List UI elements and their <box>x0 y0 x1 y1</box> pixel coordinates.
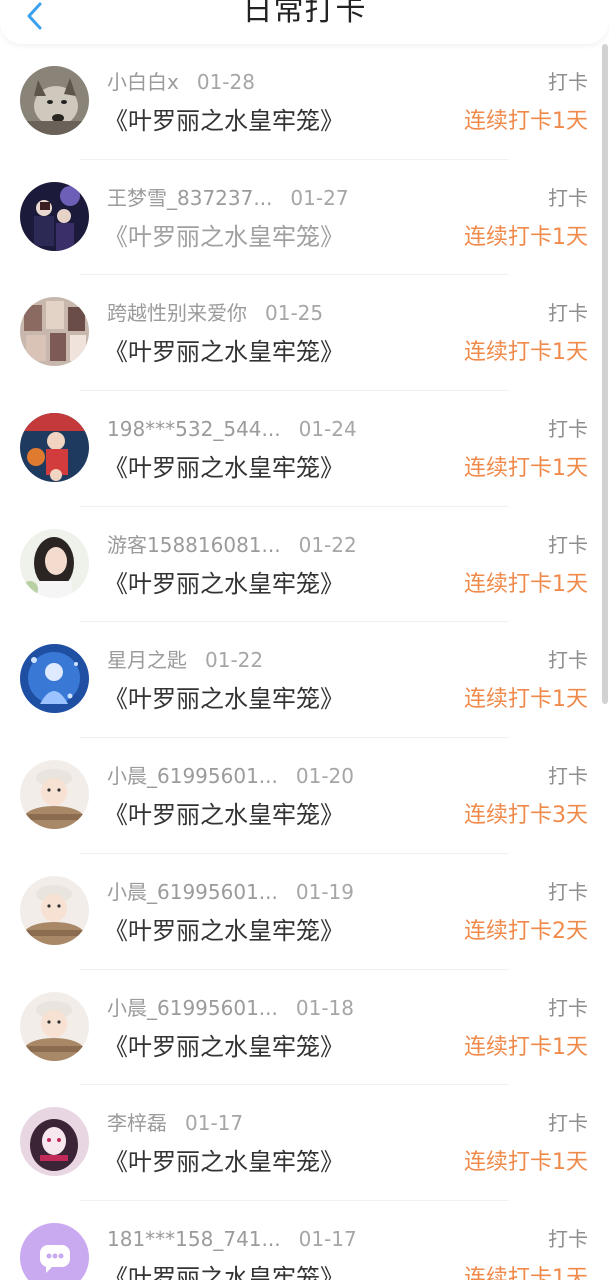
username: 小白白x <box>107 70 179 94</box>
username: 跨越性别来爱你 <box>107 301 247 326</box>
username: 181***158_741... <box>107 1226 281 1251</box>
user-line: 181***158_741... 01-17 <box>107 1225 357 1253</box>
checkin-date: 01-18 <box>295 995 354 1020</box>
avatar[interactable] <box>20 644 89 714</box>
streak-label: 连续打卡1天 <box>464 687 588 713</box>
avatar[interactable] <box>20 66 89 135</box>
username: 游客158816081... <box>107 532 281 557</box>
streak-label: 连续打卡3天 <box>464 803 588 829</box>
checkin-tag: 打卡 <box>548 1226 588 1251</box>
streak-label: 连续打卡2天 <box>464 918 588 944</box>
book-title[interactable]: 《叶罗丽之水皇牢笼》 <box>104 914 344 948</box>
user-line: 李梓磊 01-17 <box>107 1109 243 1137</box>
checkin-date: 01-28 <box>196 70 255 94</box>
streak-label: 连续打卡1天 <box>464 1034 588 1060</box>
username: 小晨_61995601... <box>107 879 278 904</box>
checkin-tag: 打卡 <box>548 70 588 94</box>
user-line: 小晨_61995601... 01-19 <box>107 878 354 906</box>
checkin-tag: 打卡 <box>548 995 588 1020</box>
checkin-date: 01-17 <box>298 1226 357 1251</box>
avatar[interactable] <box>20 413 89 483</box>
checkin-row[interactable]: 跨越性别来爱你 01-25 《叶罗丽之水皇牢笼》 打卡 连续打卡1天 <box>0 275 609 392</box>
checkin-row[interactable]: 李梓磊 01-17 《叶罗丽之水皇牢笼》 打卡 连续打卡1天 <box>0 1085 609 1201</box>
header-bar: 日常打卡 <box>0 0 609 44</box>
checkin-row[interactable]: 游客158816081... 01-22 《叶罗丽之水皇牢笼》 打卡 连续打卡1天 <box>0 507 609 623</box>
avatar[interactable] <box>20 760 89 830</box>
user-line: 游客158816081... 01-22 <box>107 531 357 559</box>
checkin-date: 01-19 <box>295 879 354 904</box>
user-line: 小白白x 01-28 <box>107 68 255 96</box>
streak-label: 连续打卡1天 <box>464 571 588 597</box>
username: 小晨_61995601... <box>107 995 278 1020</box>
avatar[interactable] <box>20 991 89 1061</box>
username: 198***532_544... <box>107 417 281 442</box>
user-line: 星月之匙 01-22 <box>107 646 263 674</box>
checkin-row[interactable]: 王梦雪_837237... 01-27 《叶罗丽之水皇牢笼》 打卡 连续打卡1天 <box>0 160 609 276</box>
checkin-date: 01-22 <box>205 648 264 673</box>
user-line: 跨越性别来爱你 01-25 <box>107 299 323 327</box>
checkin-date: 01-22 <box>298 532 357 557</box>
book-title[interactable]: 《叶罗丽之水皇牢笼》 <box>104 1030 344 1064</box>
avatar[interactable] <box>20 181 89 251</box>
checkin-tag: 打卡 <box>548 764 588 789</box>
checkin-row[interactable]: 小白白x 01-28 《叶罗丽之水皇牢笼》 打卡 连续打卡1天 <box>0 44 609 160</box>
checkin-tag: 打卡 <box>548 417 588 442</box>
streak-label: 连续打卡1天 <box>464 456 588 482</box>
checkin-tag: 打卡 <box>548 185 588 210</box>
book-title[interactable]: 《叶罗丽之水皇牢笼》 <box>104 220 344 254</box>
checkin-row[interactable]: 星月之匙 01-22 《叶罗丽之水皇牢笼》 打卡 连续打卡1天 <box>0 622 609 739</box>
avatar[interactable] <box>20 1222 89 1280</box>
checkin-row[interactable]: 181***158_741... 01-17 《叶罗丽之水皇牢笼》 打卡 连续打卡… <box>0 1201 609 1280</box>
user-line: 小晨_61995601... 01-18 <box>107 994 354 1022</box>
book-title[interactable]: 《叶罗丽之水皇牢笼》 <box>104 451 344 485</box>
username: 王梦雪_837237... <box>107 185 273 210</box>
checkin-date: 01-17 <box>185 1111 244 1136</box>
page-title: 日常打卡 <box>242 0 367 28</box>
streak-label: 连续打卡1天 <box>464 1265 588 1280</box>
checkin-row[interactable]: 198***532_544... 01-24 《叶罗丽之水皇牢笼》 打卡 连续打卡… <box>0 391 609 507</box>
username: 小晨_61995601... <box>107 764 278 789</box>
checkin-row[interactable]: 小晨_61995601... 01-18 《叶罗丽之水皇牢笼》 打卡 连续打卡1天 <box>0 970 609 1086</box>
avatar[interactable] <box>20 297 89 367</box>
checkin-date: 01-25 <box>265 301 324 326</box>
streak-label: 连续打卡1天 <box>464 224 588 250</box>
avatar[interactable] <box>20 528 89 598</box>
book-title[interactable]: 《叶罗丽之水皇牢笼》 <box>104 335 344 369</box>
book-title[interactable]: 《叶罗丽之水皇牢笼》 <box>104 104 344 138</box>
checkin-row[interactable]: 小晨_61995601... 01-20 《叶罗丽之水皇牢笼》 打卡 连续打卡3天 <box>0 738 609 854</box>
streak-label: 连续打卡1天 <box>464 109 588 134</box>
streak-label: 连续打卡1天 <box>464 1150 588 1176</box>
checkin-tag: 打卡 <box>548 648 588 673</box>
scrollbar[interactable] <box>602 44 608 704</box>
checkin-list[interactable]: 小白白x 01-28 《叶罗丽之水皇牢笼》 打卡 连续打卡1天 王梦雪_83723… <box>0 44 609 1280</box>
checkin-tag: 打卡 <box>548 301 588 326</box>
checkin-date: 01-27 <box>290 185 349 210</box>
book-title[interactable]: 《叶罗丽之水皇牢笼》 <box>104 1261 344 1280</box>
book-title[interactable]: 《叶罗丽之水皇牢笼》 <box>104 798 344 832</box>
checkin-tag: 打卡 <box>548 532 588 557</box>
checkin-tag: 打卡 <box>548 1111 588 1136</box>
user-line: 王梦雪_837237... 01-27 <box>107 184 349 212</box>
checkin-date: 01-24 <box>298 417 357 442</box>
user-line: 198***532_544... 01-24 <box>107 415 357 443</box>
avatar[interactable] <box>20 875 89 945</box>
username: 星月之匙 <box>107 648 187 673</box>
checkin-row[interactable]: 小晨_61995601... 01-19 《叶罗丽之水皇牢笼》 打卡 连续打卡2天 <box>0 854 609 970</box>
book-title[interactable]: 《叶罗丽之水皇牢笼》 <box>104 682 344 716</box>
user-line: 小晨_61995601... 01-20 <box>107 762 354 790</box>
checkin-tag: 打卡 <box>548 879 588 904</box>
username: 李梓磊 <box>107 1111 167 1136</box>
avatar[interactable] <box>20 1107 89 1177</box>
book-title[interactable]: 《叶罗丽之水皇牢笼》 <box>104 1145 344 1179</box>
streak-label: 连续打卡1天 <box>464 340 588 366</box>
checkin-date: 01-20 <box>295 764 354 789</box>
book-title[interactable]: 《叶罗丽之水皇牢笼》 <box>104 567 344 601</box>
